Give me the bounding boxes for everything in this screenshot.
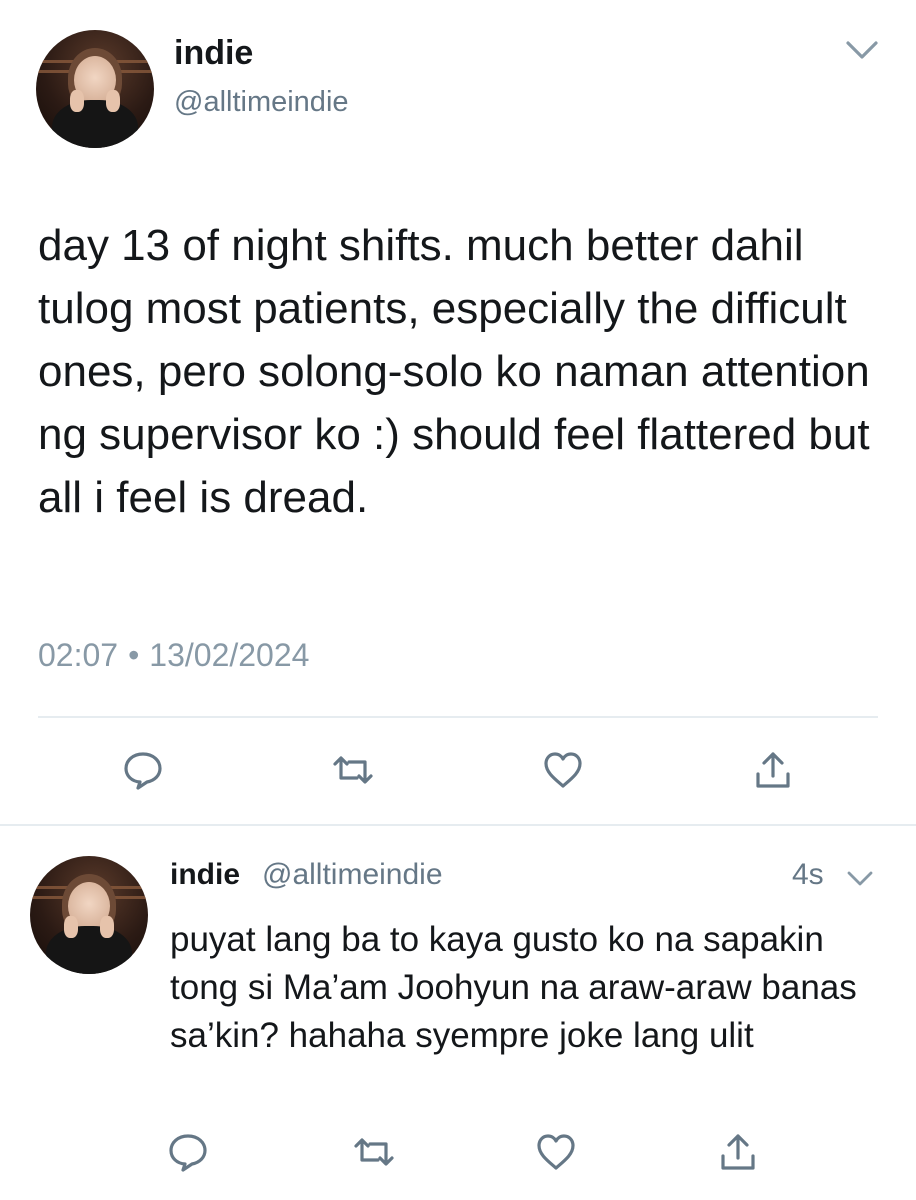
tweet-text: day 13 of night shifts. much better dahi… (38, 221, 870, 522)
heart-icon[interactable] (534, 1130, 578, 1174)
meta-separator: • (128, 637, 140, 673)
share-icon[interactable] (716, 1130, 760, 1174)
reply-icon[interactable] (121, 748, 165, 792)
reply-user-handle[interactable]: @alltimeindie (262, 858, 443, 892)
tweet-timestamp[interactable]: 02:07 • 13/02/2024 (38, 637, 309, 674)
heart-icon[interactable] (541, 748, 585, 792)
tweet-time: 02:07 (38, 637, 119, 673)
divider (38, 716, 878, 718)
reply-avatar[interactable] (30, 856, 148, 974)
tweet-date: 13/02/2024 (149, 637, 310, 673)
user-handle[interactable]: @alltimeindie (174, 86, 349, 119)
reply-age[interactable]: 4s (792, 858, 824, 892)
display-name[interactable]: indie (174, 34, 253, 73)
retweet-icon[interactable] (352, 1130, 396, 1174)
reply-icon[interactable] (166, 1130, 210, 1174)
share-icon[interactable] (751, 748, 795, 792)
chevron-down-icon[interactable] (842, 30, 882, 70)
main-avatar[interactable] (36, 30, 154, 148)
reply-display-name[interactable]: indie (170, 858, 240, 892)
reply-text: puyat lang ba to kaya gusto ko na sapaki… (170, 920, 857, 1055)
chevron-down-icon[interactable] (844, 862, 876, 894)
retweet-icon[interactable] (331, 748, 375, 792)
tweet-separator (0, 824, 916, 826)
